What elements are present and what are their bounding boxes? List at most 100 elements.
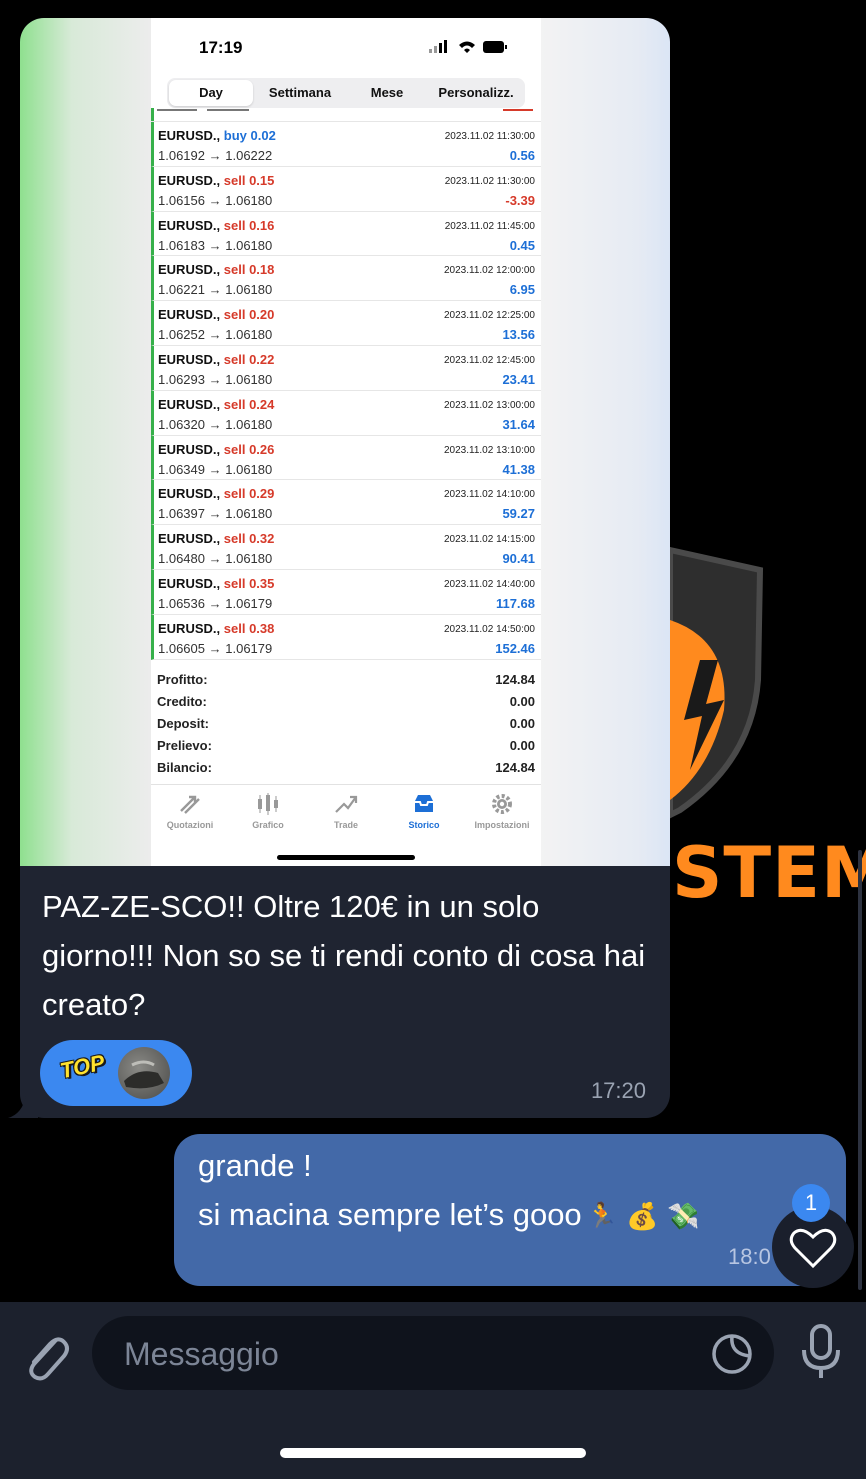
trade-prices: 1.06293 → 1.06180 xyxy=(158,372,272,387)
trade-prices: 1.06480 → 1.06180 xyxy=(158,551,272,566)
trade-close-price: 1.06180 xyxy=(225,506,273,522)
chat-scrollbar[interactable] xyxy=(858,850,862,1290)
trade-symbol: EURUSD., sell 0.22 xyxy=(158,352,274,367)
arrow-right-icon: → xyxy=(208,327,222,343)
trade-side-text: sell xyxy=(223,441,246,457)
trade-symbol-text: EURUSD., xyxy=(158,396,221,412)
trade-side: sell 0.38 xyxy=(224,621,275,636)
trade-prices: 1.06397 → 1.06180 xyxy=(158,506,272,521)
trade-symbol: EURUSD., sell 0.20 xyxy=(158,307,274,322)
trade-time: 2023.11.02 14:15:00 xyxy=(443,534,535,546)
trade-side-text: sell xyxy=(223,217,246,233)
trade-lot: 0.02 xyxy=(250,128,276,143)
trade-open-price: 1.06605 xyxy=(158,640,205,656)
arrow-right-icon: → xyxy=(208,595,222,611)
trade-row: EURUSD., sell 0.24 1.06320 → 1.06180 2023.… xyxy=(151,390,541,436)
period-segmented-control: Day Settimana Mese Personalizz. xyxy=(167,78,525,108)
paperclip-attach-icon[interactable] xyxy=(20,1326,70,1382)
outgoing-message-bubble[interactable]: grande ! si macina sempre let’s gooo 🏃 💰 … xyxy=(174,1134,846,1286)
trade-prices: 1.06156 → 1.06180 xyxy=(158,193,272,208)
trade-time: 2023.11.02 12:45:00 xyxy=(443,354,535,366)
trade-lot: 0.35 xyxy=(249,575,275,591)
reaction-chip[interactable]: TOP xyxy=(40,1040,192,1106)
trade-symbol-text: EURUSD., xyxy=(158,620,221,636)
segment-week: Settimana xyxy=(268,85,332,100)
trade-row: EURUSD., sell 0.22 1.06293 → 1.06180 2023.… xyxy=(151,345,541,391)
trade-symbol: EURUSD., sell 0.32 xyxy=(158,531,274,546)
summary-label: Credito: xyxy=(157,694,207,709)
trade-prices: 1.06192 → 1.06222 xyxy=(158,148,272,163)
incoming-message-time: 17:20 xyxy=(590,1078,646,1103)
background-brand-text: STEM xyxy=(672,832,866,914)
summary-row: Bilancio: 124.84 xyxy=(151,758,541,780)
summary-row: Profitto: 124.84 xyxy=(151,670,541,692)
trade-side: sell 0.18 xyxy=(224,262,275,277)
trade-side: buy 0.02 xyxy=(224,128,276,143)
trade-lot: 0.20 xyxy=(249,307,275,323)
trade-prices: 1.06536 → 1.06179 xyxy=(158,596,272,611)
trade-symbol: EURUSD., sell 0.18 xyxy=(158,262,274,277)
summary-row: Prelievo: 0.00 xyxy=(151,736,541,758)
trade-profit: 59.27 xyxy=(502,506,535,522)
segment-day: Day xyxy=(169,80,253,106)
summary-row: Credito: 0.00 xyxy=(151,692,541,714)
incoming-message-bubble[interactable]: 17:19 Day Settimana Mese Personalizz. EU… xyxy=(20,18,670,1118)
trade-close-price: 1.06179 xyxy=(225,640,273,656)
microphone-icon[interactable] xyxy=(796,1322,846,1382)
trade-row: EURUSD., sell 0.18 1.06221 → 1.06180 2023.… xyxy=(151,256,541,302)
trade-prices: 1.06605 → 1.06179 xyxy=(158,641,272,656)
outgoing-message-line-1: grande ! xyxy=(198,1148,312,1183)
trade-close-price: 1.06222 xyxy=(225,148,273,163)
trade-prices: 1.06320 → 1.06180 xyxy=(158,417,272,432)
trade-row: EURUSD., sell 0.15 1.06156 → 1.06180 2023.… xyxy=(151,166,541,212)
trade-side-text: sell xyxy=(223,531,246,547)
history-inbox-icon xyxy=(415,795,433,812)
trade-row: EURUSD., sell 0.32 1.06480 → 1.06180 2023.… xyxy=(151,525,541,570)
phone-status-bar: 17:19 xyxy=(151,18,541,76)
summary-value: 0.00 xyxy=(509,716,535,731)
trade-symbol-text: EURUSD., xyxy=(158,172,221,188)
tab-quotes: Quotazioni xyxy=(151,791,229,830)
trade-symbol: EURUSD., sell 0.35 xyxy=(158,576,274,591)
summary-label: Bilancio: xyxy=(157,760,212,775)
summary-label: Deposit: xyxy=(157,716,209,731)
attached-screenshot-photo[interactable]: 17:19 Day Settimana Mese Personalizz. EU… xyxy=(20,18,670,866)
trade-side: sell 0.22 xyxy=(224,352,275,367)
trade-symbol: EURUSD., buy 0.02 xyxy=(158,128,276,143)
message-input-field[interactable] xyxy=(92,1316,774,1390)
summary-value: 124.84 xyxy=(495,672,535,687)
tab-label: Impostazioni xyxy=(474,820,530,830)
trade-profit: 90.41 xyxy=(502,551,535,567)
sticker-emoji-icon[interactable] xyxy=(710,1332,754,1376)
trade-close-price: 1.06180 xyxy=(225,416,273,432)
tab-history: Storico xyxy=(385,791,463,830)
trade-row: EURUSD., sell 0.29 1.06397 → 1.06180 2023.… xyxy=(151,480,541,526)
trade-symbol: EURUSD., sell 0.15 xyxy=(158,173,274,188)
trade-symbol: EURUSD., sell 0.24 xyxy=(158,397,274,412)
trade-lot: 0.22 xyxy=(249,351,275,367)
trade-side-text: sell xyxy=(223,575,246,591)
trade-time: 2023.11.02 11:45:00 xyxy=(444,220,535,232)
trade-profit: 6.95 xyxy=(509,282,535,298)
trade-symbol-text: EURUSD., xyxy=(158,531,221,547)
trade-side: sell 0.24 xyxy=(224,397,275,412)
trade-symbol-text: EURUSD., xyxy=(158,441,221,457)
trade-close-price: 1.06180 xyxy=(225,237,273,253)
trade-symbol-text: EURUSD., xyxy=(158,575,221,591)
trade-side-text: buy xyxy=(223,128,247,143)
signal-wifi-battery-icon xyxy=(429,40,507,53)
trade-symbol-text: EURUSD., xyxy=(158,486,221,502)
trade-lot: 0.29 xyxy=(249,486,275,502)
trade-row: EURUSD., sell 0.35 1.06536 → 1.06179 2023.… xyxy=(151,569,541,615)
trade-line-icon xyxy=(335,795,358,813)
trade-close-price: 1.06179 xyxy=(225,595,273,611)
trade-profit: 13.56 xyxy=(502,327,535,343)
trade-lot: 0.32 xyxy=(249,531,275,547)
trade-symbol: EURUSD., sell 0.26 xyxy=(158,442,274,457)
trade-row: EURUSD., sell 0.16 1.06183 → 1.06180 2023.… xyxy=(151,211,541,257)
trade-side-text: sell xyxy=(223,620,246,636)
message-input[interactable] xyxy=(122,1330,686,1378)
tab-label: Storico xyxy=(408,820,440,830)
trade-profit: 0.56 xyxy=(509,148,535,163)
arrow-right-icon: → xyxy=(208,551,222,567)
